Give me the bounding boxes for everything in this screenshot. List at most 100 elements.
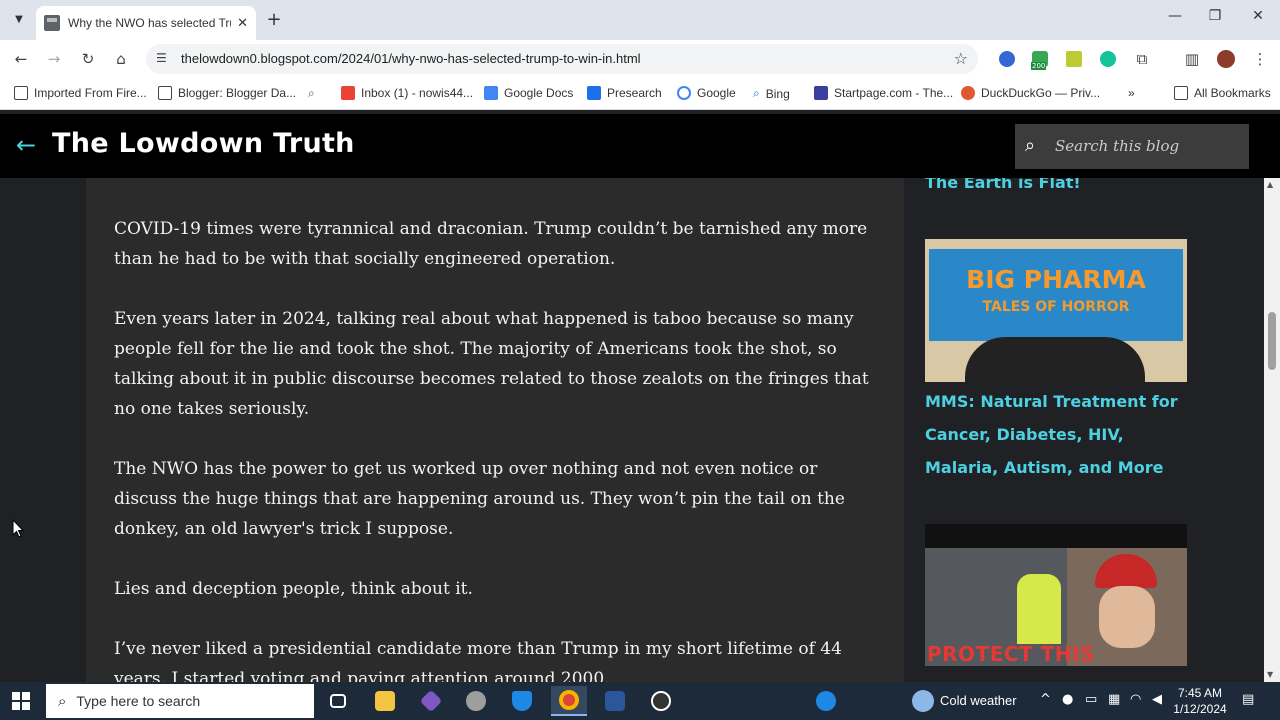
bookmark-label: Inbox (1) - nowis44... [361, 86, 474, 100]
restore-button[interactable]: ❐ [1200, 8, 1230, 30]
browser-toolbar: ← → ↻ ⌂ ☰ thelowdown0.blogspot.com/2024/… [0, 40, 1280, 78]
page-scrollbar[interactable]: ▲ ▼ [1264, 178, 1280, 682]
post-body: COVID-19 times were tyrannical and draco… [114, 214, 884, 682]
microphone-icon[interactable]: ● [1062, 692, 1073, 707]
file-explorer-button[interactable] [367, 686, 403, 716]
network-icon[interactable]: ▦ [1108, 692, 1120, 707]
help-icon [816, 691, 836, 711]
defender-button[interactable] [504, 686, 540, 716]
extensions-puzzle-icon[interactable]: ⧉ [1131, 48, 1153, 70]
close-window-button[interactable]: ✕ [1243, 8, 1273, 30]
big-pharma-thumbnail[interactable]: BIG PHARMA TALES OF HORROR [925, 239, 1187, 382]
back-button[interactable]: ← [10, 48, 32, 70]
bookmark-item[interactable]: Startpage.com - The... [814, 86, 953, 100]
grammarly-icon[interactable] [1100, 51, 1116, 67]
obs-button[interactable] [643, 686, 679, 716]
presearch-icon [587, 86, 601, 100]
photo-officer-vest [1017, 574, 1061, 644]
blog-post: COVID-19 times were tyrannical and draco… [86, 178, 904, 682]
back-arrow-icon[interactable]: ← [16, 132, 36, 158]
bookmark-label: DuckDuckGo — Priv... [981, 86, 1101, 100]
address-bar[interactable]: ☰ thelowdown0.blogspot.com/2024/01/why-n… [146, 44, 978, 74]
bookmark-item[interactable]: Google [677, 86, 736, 100]
bookmark-item[interactable]: Imported From Fire... [14, 86, 147, 100]
bookmarks-bar: Imported From Fire... Blogger: Blogger D… [0, 78, 1280, 110]
sidebar-post-link[interactable]: MMS: Natural Treatment for Cancer, Diabe… [925, 385, 1187, 484]
search-icon[interactable]: ⌕ [1025, 135, 1035, 156]
show-hidden-icons-chevron-icon[interactable]: ^ [1040, 692, 1051, 707]
all-bookmarks-button[interactable]: All Bookmarks [1174, 86, 1271, 100]
word-button[interactable] [597, 686, 633, 716]
extension-a-icon[interactable] [999, 51, 1015, 67]
side-panel-icon[interactable]: ▥ [1181, 48, 1203, 70]
scroll-thumb[interactable] [1268, 312, 1276, 370]
protect-this-thumbnail[interactable]: PROTECT THIS [925, 524, 1187, 666]
folder-icon [1174, 86, 1188, 100]
notifications-icon[interactable]: ▤ [1242, 692, 1254, 707]
volume-icon[interactable]: ◀ [1152, 692, 1162, 707]
forward-button[interactable]: → [43, 48, 65, 70]
tab-search-button[interactable]: ▼ [8, 8, 30, 30]
wifi-icon[interactable]: ◠ [1130, 692, 1141, 707]
photo-face [1099, 586, 1155, 648]
chrome-icon [559, 690, 579, 710]
bookmark-label: Google Docs [504, 86, 574, 100]
paint-icon [466, 691, 486, 711]
paint-button[interactable] [458, 686, 494, 716]
bookmark-item[interactable]: ⌕ Bing [753, 86, 790, 101]
extension-chart-icon[interactable] [1066, 51, 1082, 67]
extension-badge-count: 200 [1031, 62, 1047, 70]
obs-icon [651, 691, 671, 711]
bookmark-label: Imported From Fire... [34, 86, 147, 100]
close-tab-icon[interactable]: ✕ [237, 16, 248, 31]
bookmark-item[interactable]: ⌕ [308, 86, 315, 101]
bookmark-item[interactable]: Google Docs [484, 86, 573, 100]
new-tab-button[interactable]: + [264, 9, 284, 30]
weather-text[interactable]: Cold weather [940, 693, 1017, 708]
scroll-down-icon[interactable]: ▼ [1267, 670, 1273, 679]
bookmark-item[interactable]: DuckDuckGo — Priv... [961, 86, 1100, 100]
task-view-button[interactable] [320, 686, 356, 716]
minimize-button[interactable]: — [1160, 8, 1190, 30]
active-tab[interactable]: Why the NWO has selected Tru ✕ [36, 6, 256, 40]
home-button[interactable]: ⌂ [110, 48, 132, 70]
chrome-button[interactable] [551, 686, 587, 716]
url-text[interactable]: thelowdown0.blogspot.com/2024/01/why-nwo… [181, 51, 641, 66]
file-explorer-icon [375, 691, 395, 711]
help-button[interactable] [808, 686, 844, 716]
taskbar-app-button[interactable] [413, 686, 449, 716]
battery-icon[interactable]: ▭ [1085, 692, 1097, 707]
search-icon: ⌕ [308, 86, 315, 100]
scroll-up-icon[interactable]: ▲ [1267, 180, 1273, 189]
gmail-icon [341, 86, 355, 100]
folder-icon [158, 86, 172, 100]
docs-icon [484, 86, 498, 100]
taskbar-search-input[interactable] [76, 693, 297, 709]
bookmark-item[interactable]: Inbox (1) - nowis44... [341, 86, 473, 100]
sidebar-post-link[interactable]: The Earth is Flat! [925, 178, 1187, 199]
search-icon: ⌕ [58, 692, 67, 710]
cover-background [929, 249, 1183, 341]
shield-icon [512, 691, 532, 711]
windows-start-icon[interactable] [12, 692, 30, 710]
bookmark-star-icon[interactable]: ☆ [954, 49, 968, 68]
windows-taskbar: ⌕ Cold weather ^ ● ▭ ▦ ◠ ◀ 7:45 AM 1/12/… [0, 682, 1280, 720]
blog-search-box[interactable]: ⌕ [1015, 124, 1249, 169]
chrome-menu-icon[interactable]: ⋮ [1249, 48, 1271, 70]
blog-title[interactable]: The Lowdown Truth [52, 128, 355, 159]
taskbar-clock[interactable]: 7:45 AM 1/12/2024 [1172, 685, 1228, 717]
bookmark-item[interactable]: Blogger: Blogger Da... [158, 86, 296, 100]
more-bookmarks-chevron-icon[interactable]: » [1128, 86, 1135, 100]
reload-button[interactable]: ↻ [77, 48, 99, 70]
clock-date: 1/12/2024 [1173, 702, 1227, 716]
post-paragraph: COVID-19 times were tyrannical and draco… [114, 219, 868, 269]
blog-search-input[interactable] [1055, 132, 1241, 160]
taskbar-search-box[interactable]: ⌕ [46, 684, 314, 718]
site-info-icon[interactable]: ☰ [156, 51, 167, 65]
weather-icon[interactable] [912, 690, 934, 712]
mouse-cursor-icon [12, 519, 24, 538]
word-icon [605, 691, 625, 711]
cover-subtitle: TALES OF HORROR [982, 299, 1130, 315]
profile-avatar[interactable] [1217, 50, 1235, 68]
bookmark-item[interactable]: Presearch [587, 86, 662, 100]
